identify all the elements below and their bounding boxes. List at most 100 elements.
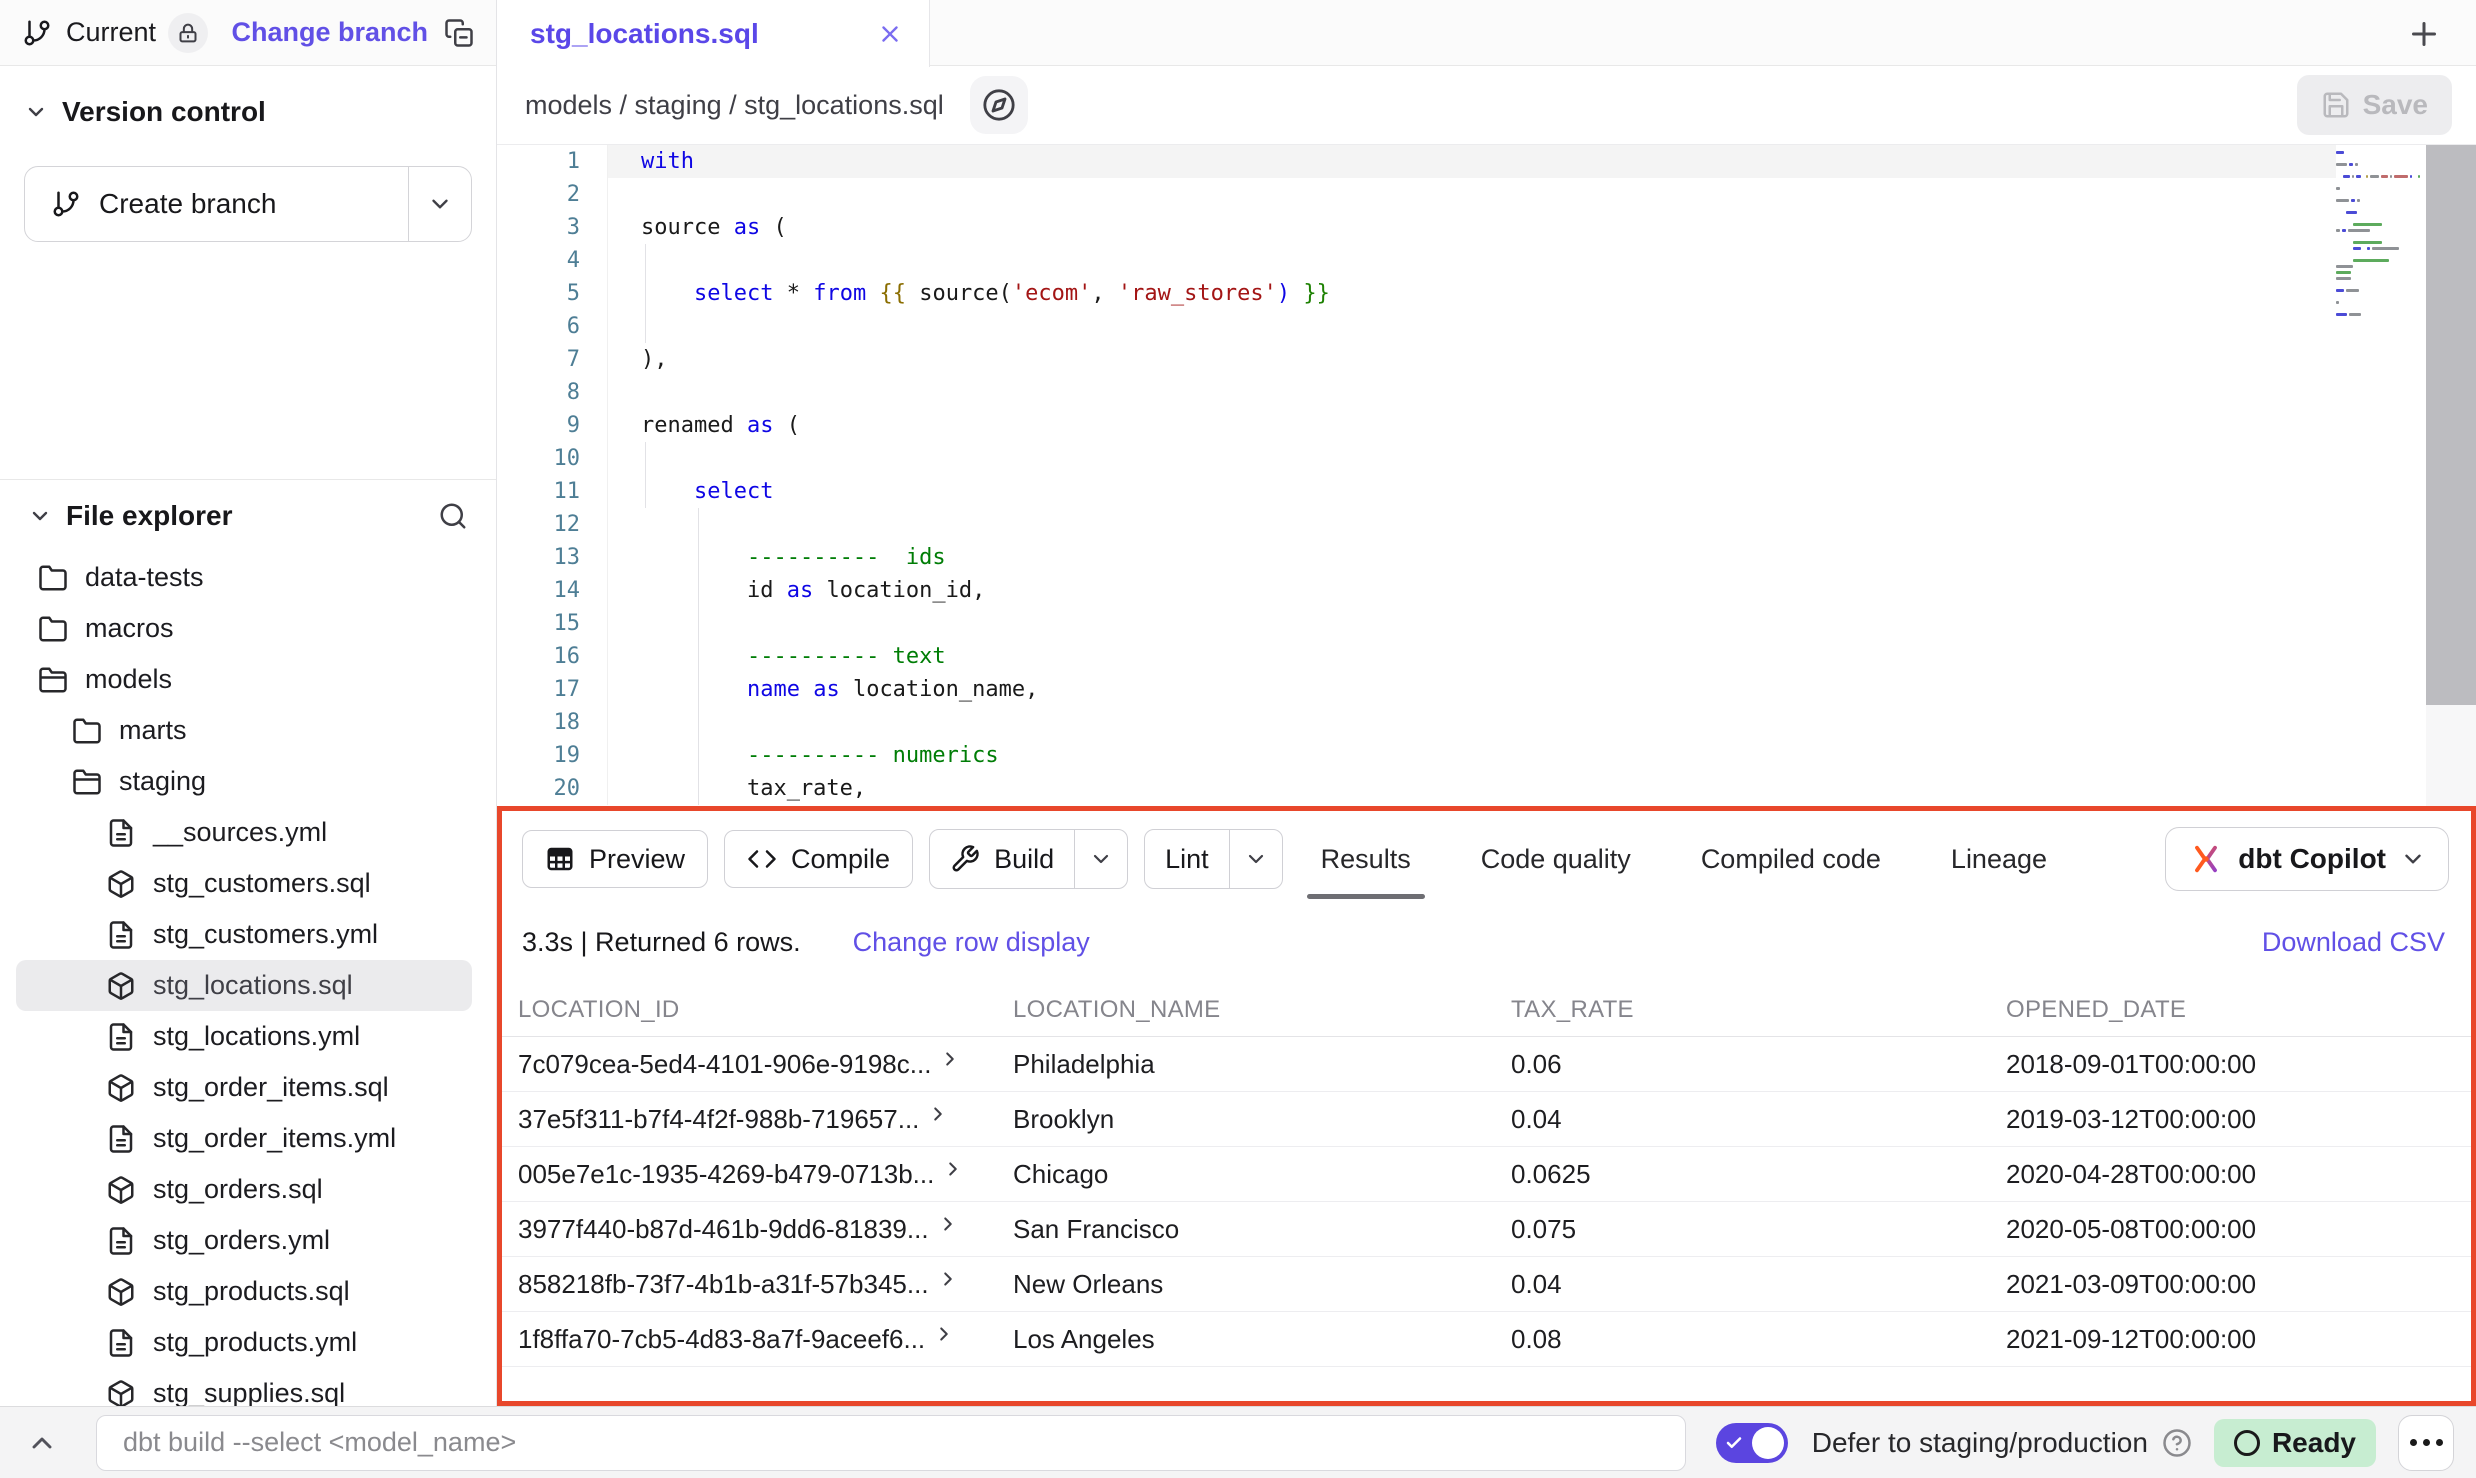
tab-stg-locations-sql[interactable]: stg_locations.sql (497, 0, 930, 67)
table-row[interactable]: 858218fb-73f7-4b1b-a31f-57b345...New Orl… (502, 1257, 2471, 1312)
tree-item-stg-order-items-sql[interactable]: stg_order_items.sql (16, 1062, 472, 1113)
code-line[interactable]: 15 (497, 607, 2336, 640)
code-line-content (607, 244, 2336, 277)
file-explorer-header[interactable]: File explorer (0, 500, 496, 546)
download-csv-link[interactable]: Download CSV (2262, 927, 2445, 958)
git-branch-icon (51, 189, 81, 219)
defer-toggle[interactable] (1716, 1423, 1788, 1463)
tree-item-data-tests[interactable]: data-tests (16, 552, 472, 603)
tree-item-stg-order-items-yml[interactable]: stg_order_items.yml (16, 1113, 472, 1164)
code-line[interactable]: 2 (497, 178, 2336, 211)
lint-button[interactable]: Lint (1145, 830, 1229, 888)
code-line[interactable]: 5 select * from {{ source('ecom', 'raw_s… (497, 277, 2336, 310)
line-number: 19 (497, 739, 607, 772)
dbt-command-input[interactable] (96, 1415, 1686, 1471)
code-line[interactable]: 3source as ( (497, 211, 2336, 244)
panel-tab-results[interactable]: Results (1317, 834, 1415, 885)
tree-item-stg-orders-sql[interactable]: stg_orders.sql (16, 1164, 472, 1215)
code-line[interactable]: 20 tax_rate, (497, 772, 2336, 805)
code-line[interactable]: 10 (497, 442, 2336, 475)
expand-row-icon[interactable] (937, 1269, 959, 1291)
panel-tab-code-quality[interactable]: Code quality (1477, 834, 1635, 885)
dbt-copilot-icon (2188, 841, 2224, 877)
more-options-button[interactable] (2398, 1415, 2454, 1471)
build-button[interactable]: Build (930, 830, 1074, 888)
tree-item-models[interactable]: models (16, 654, 472, 705)
code-line[interactable]: 12 (497, 508, 2336, 541)
code-line[interactable]: 4 (497, 244, 2336, 277)
code-line[interactable]: 19 ---------- numerics (497, 739, 2336, 772)
chevron-down-icon (28, 504, 52, 528)
table-row[interactable]: 005e7e1c-1935-4269-b479-0713b...Chicago0… (502, 1147, 2471, 1202)
dbt-copilot-button[interactable]: dbt Copilot (2165, 827, 2449, 891)
help-circle-icon[interactable] (2162, 1428, 2192, 1458)
code-line[interactable]: 8 (497, 376, 2336, 409)
code-line[interactable]: 14 id as location_id, (497, 574, 2336, 607)
tree-item-stg-orders-yml[interactable]: stg_orders.yml (16, 1215, 472, 1266)
code-line[interactable]: 6 (497, 310, 2336, 343)
minimap[interactable] (2336, 151, 2420, 319)
create-branch-button[interactable]: Create branch (24, 166, 472, 242)
cell-location-name: New Orleans (997, 1269, 1495, 1300)
preview-button[interactable]: Preview (522, 830, 708, 888)
code-line-content: select * from {{ source('ecom', 'raw_sto… (607, 277, 2336, 310)
version-control-header[interactable]: Version control (24, 96, 472, 128)
expand-row-icon[interactable] (927, 1104, 949, 1126)
create-branch-main[interactable]: Create branch (25, 167, 408, 241)
tree-item-staging[interactable]: staging (16, 756, 472, 807)
tab-title: stg_locations.sql (530, 18, 759, 50)
lint-dropdown[interactable] (1229, 830, 1282, 888)
new-tab-button[interactable] (2402, 12, 2446, 56)
compile-button[interactable]: Compile (724, 830, 913, 888)
code-line[interactable]: 11 select (497, 475, 2336, 508)
tree-item-stg-customers-yml[interactable]: stg_customers.yml (16, 909, 472, 960)
status-badge-ready[interactable]: Ready (2214, 1419, 2376, 1467)
expand-row-icon[interactable] (937, 1214, 959, 1236)
code-line-content: select (607, 475, 2336, 508)
code-line[interactable]: 7), (497, 343, 2336, 376)
code-line[interactable]: 1with (497, 145, 2336, 178)
tree-item-stg-products-yml[interactable]: stg_products.yml (16, 1317, 472, 1368)
code-editor[interactable]: 1with23source as (45 select * from {{ so… (497, 145, 2476, 806)
search-icon[interactable] (438, 501, 468, 531)
save-button[interactable]: Save (2297, 75, 2452, 135)
copy-icon[interactable] (444, 18, 474, 48)
expand-row-icon[interactable] (939, 1049, 961, 1071)
build-dropdown[interactable] (1074, 830, 1127, 888)
tree-item-macros[interactable]: macros (16, 603, 472, 654)
expand-row-icon[interactable] (942, 1159, 964, 1181)
column-header-location_id: LOCATION_ID (502, 996, 997, 1024)
code-line-content (607, 376, 2336, 409)
code-line[interactable]: 9renamed as ( (497, 409, 2336, 442)
tree-item-stg-locations-yml[interactable]: stg_locations.yml (16, 1011, 472, 1062)
panel-tab-lineage[interactable]: Lineage (1947, 834, 2051, 885)
panel-tab-compiled-code[interactable]: Compiled code (1697, 834, 1885, 885)
scrollbar-thumb[interactable] (2426, 145, 2476, 705)
tree-item-stg-customers-sql[interactable]: stg_customers.sql (16, 858, 472, 909)
tree-item-stg-products-sql[interactable]: stg_products.sql (16, 1266, 472, 1317)
tree-item--sources-yml[interactable]: __sources.yml (16, 807, 472, 858)
table-row[interactable]: 1f8ffa70-7cb5-4d83-8a7f-9aceef6...Los An… (502, 1312, 2471, 1367)
tree-item-stg-locations-sql[interactable]: stg_locations.sql (16, 960, 472, 1011)
code-line[interactable]: 16 ---------- text (497, 640, 2336, 673)
code-line[interactable]: 18 (497, 706, 2336, 739)
change-branch-link[interactable]: Change branch (231, 17, 428, 48)
table-row[interactable]: 7c079cea-5ed4-4101-906e-9198c...Philadel… (502, 1037, 2471, 1092)
editor-scrollbar[interactable] (2426, 145, 2476, 806)
lineage-compass-button[interactable] (970, 76, 1028, 134)
tree-item-marts[interactable]: marts (16, 705, 472, 756)
table-row[interactable]: 37e5f311-b7f4-4f2f-988b-719657...Brookly… (502, 1092, 2471, 1147)
create-branch-dropdown[interactable] (408, 167, 471, 241)
chevron-up-icon[interactable] (26, 1427, 58, 1459)
close-tab-icon[interactable] (877, 21, 903, 47)
dbt-cloud-ide: Current Change branch Version control Cr… (0, 0, 2476, 1478)
code-line[interactable]: 17 name as location_name, (497, 673, 2336, 706)
tab-bar: stg_locations.sql (497, 0, 2476, 66)
code-line[interactable]: 13 ---------- ids (497, 541, 2336, 574)
document-icon (106, 1226, 136, 1256)
code-line-content (607, 607, 2336, 640)
expand-row-icon[interactable] (933, 1324, 955, 1346)
change-row-display-link[interactable]: Change row display (853, 927, 1090, 958)
tree-item-stg-supplies-sql[interactable]: stg_supplies.sql (16, 1368, 472, 1406)
table-row[interactable]: 3977f440-b87d-461b-9dd6-81839...San Fran… (502, 1202, 2471, 1257)
